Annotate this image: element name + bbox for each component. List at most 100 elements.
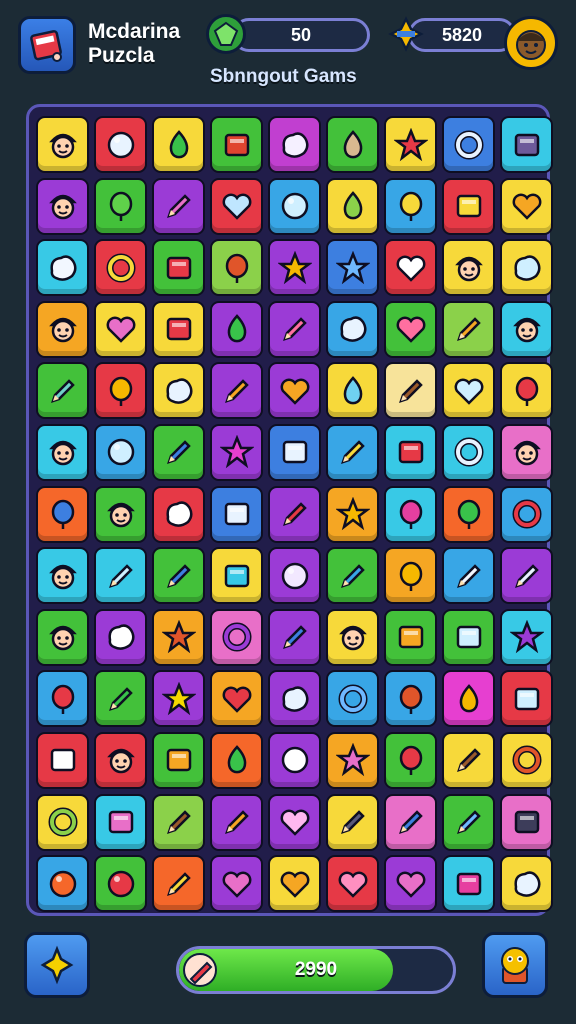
tile-r6-c6[interactable] [326, 423, 379, 481]
tile-r5-c6[interactable] [326, 362, 379, 420]
tile-r4-c7[interactable] [384, 300, 437, 358]
tile-r9-c4[interactable] [210, 608, 263, 666]
tile-r11-c5[interactable] [268, 731, 321, 789]
tile-r5-c2[interactable] [94, 362, 147, 420]
tile-r1-c7[interactable] [384, 116, 437, 173]
tile-r7-c3[interactable] [152, 485, 205, 543]
tile-r2-c3[interactable] [152, 177, 205, 235]
tile-r8-c1[interactable] [36, 547, 89, 605]
tile-r8-c4[interactable] [210, 547, 263, 605]
tile-r3-c2[interactable] [94, 239, 147, 297]
tile-r6-c7[interactable] [384, 423, 437, 481]
tile-r13-c8[interactable] [442, 855, 495, 913]
tile-r5-c5[interactable] [268, 362, 321, 420]
tile-r11-c3[interactable] [152, 731, 205, 789]
hint-button[interactable] [24, 932, 90, 998]
tile-r11-c1[interactable] [36, 731, 89, 789]
coins-counter[interactable]: 50 [232, 18, 370, 52]
tile-r6-c3[interactable] [152, 423, 205, 481]
tile-r6-c9[interactable] [500, 423, 553, 481]
tile-r10-c7[interactable] [384, 670, 437, 728]
tile-r1-c4[interactable] [210, 116, 263, 173]
tile-r13-c9[interactable] [500, 855, 553, 913]
tile-r4-c9[interactable] [500, 300, 553, 358]
tile-r11-c8[interactable] [442, 731, 495, 789]
tile-r11-c2[interactable] [94, 731, 147, 789]
tile-r8-c6[interactable] [326, 547, 379, 605]
tile-r3-c9[interactable] [500, 239, 553, 297]
tile-r10-c4[interactable] [210, 670, 263, 728]
tile-r8-c7[interactable] [384, 547, 437, 605]
tile-r13-c2[interactable] [94, 855, 147, 913]
tile-r2-c2[interactable] [94, 177, 147, 235]
tile-r7-c7[interactable] [384, 485, 437, 543]
tile-r8-c5[interactable] [268, 547, 321, 605]
tile-r7-c6[interactable] [326, 485, 379, 543]
tile-r10-c5[interactable] [268, 670, 321, 728]
tile-r3-c3[interactable] [152, 239, 205, 297]
tile-r11-c7[interactable] [384, 731, 437, 789]
tile-r7-c4[interactable] [210, 485, 263, 543]
tile-r6-c5[interactable] [268, 423, 321, 481]
tile-r12-c9[interactable] [500, 793, 553, 851]
tile-r2-c9[interactable] [500, 177, 553, 235]
tile-r4-c8[interactable] [442, 300, 495, 358]
tile-r5-c9[interactable] [500, 362, 553, 420]
tile-r4-c3[interactable] [152, 300, 205, 358]
tile-r4-c6[interactable] [326, 300, 379, 358]
tile-r1-c2[interactable] [94, 116, 147, 173]
tile-r4-c2[interactable] [94, 300, 147, 358]
tile-r10-c2[interactable] [94, 670, 147, 728]
tile-r1-c1[interactable] [36, 116, 89, 173]
mascot-button[interactable] [482, 932, 548, 998]
tile-r5-c3[interactable] [152, 362, 205, 420]
tile-r13-c5[interactable] [268, 855, 321, 913]
tile-r10-c1[interactable] [36, 670, 89, 728]
tile-r10-c9[interactable] [500, 670, 553, 728]
tile-r10-c3[interactable] [152, 670, 205, 728]
tile-r1-c5[interactable] [268, 116, 321, 173]
tile-r2-c5[interactable] [268, 177, 321, 235]
tile-r7-c2[interactable] [94, 485, 147, 543]
tile-r5-c4[interactable] [210, 362, 263, 420]
tile-r9-c3[interactable] [152, 608, 205, 666]
tile-r7-c5[interactable] [268, 485, 321, 543]
tile-r9-c9[interactable] [500, 608, 553, 666]
tile-r6-c8[interactable] [442, 423, 495, 481]
tile-r13-c3[interactable] [152, 855, 205, 913]
tile-r5-c7[interactable] [384, 362, 437, 420]
tile-r2-c4[interactable] [210, 177, 263, 235]
tile-r3-c4[interactable] [210, 239, 263, 297]
tile-r11-c4[interactable] [210, 731, 263, 789]
tile-r12-c2[interactable] [94, 793, 147, 851]
tile-r11-c9[interactable] [500, 731, 553, 789]
tile-r13-c6[interactable] [326, 855, 379, 913]
tile-r12-c8[interactable] [442, 793, 495, 851]
tile-r8-c2[interactable] [94, 547, 147, 605]
tile-r12-c5[interactable] [268, 793, 321, 851]
tile-r7-c8[interactable] [442, 485, 495, 543]
tile-r12-c4[interactable] [210, 793, 263, 851]
player-avatar-icon[interactable] [504, 16, 558, 70]
tile-r2-c8[interactable] [442, 177, 495, 235]
tile-r7-c9[interactable] [500, 485, 553, 543]
tile-r5-c8[interactable] [442, 362, 495, 420]
tile-r9-c7[interactable] [384, 608, 437, 666]
tile-r2-c1[interactable] [36, 177, 89, 235]
tile-r6-c1[interactable] [36, 423, 89, 481]
tile-r12-c3[interactable] [152, 793, 205, 851]
tile-r3-c8[interactable] [442, 239, 495, 297]
tile-r3-c5[interactable] [268, 239, 321, 297]
tile-r12-c6[interactable] [326, 793, 379, 851]
tile-r4-c1[interactable] [36, 300, 89, 358]
tile-r5-c1[interactable] [36, 362, 89, 420]
tile-r13-c1[interactable] [36, 855, 89, 913]
tile-r1-c6[interactable] [326, 116, 379, 173]
tile-r8-c9[interactable] [500, 547, 553, 605]
tile-r4-c4[interactable] [210, 300, 263, 358]
tile-r2-c6[interactable] [326, 177, 379, 235]
tile-r9-c1[interactable] [36, 608, 89, 666]
tile-r9-c6[interactable] [326, 608, 379, 666]
tile-r12-c1[interactable] [36, 793, 89, 851]
tile-r9-c8[interactable] [442, 608, 495, 666]
